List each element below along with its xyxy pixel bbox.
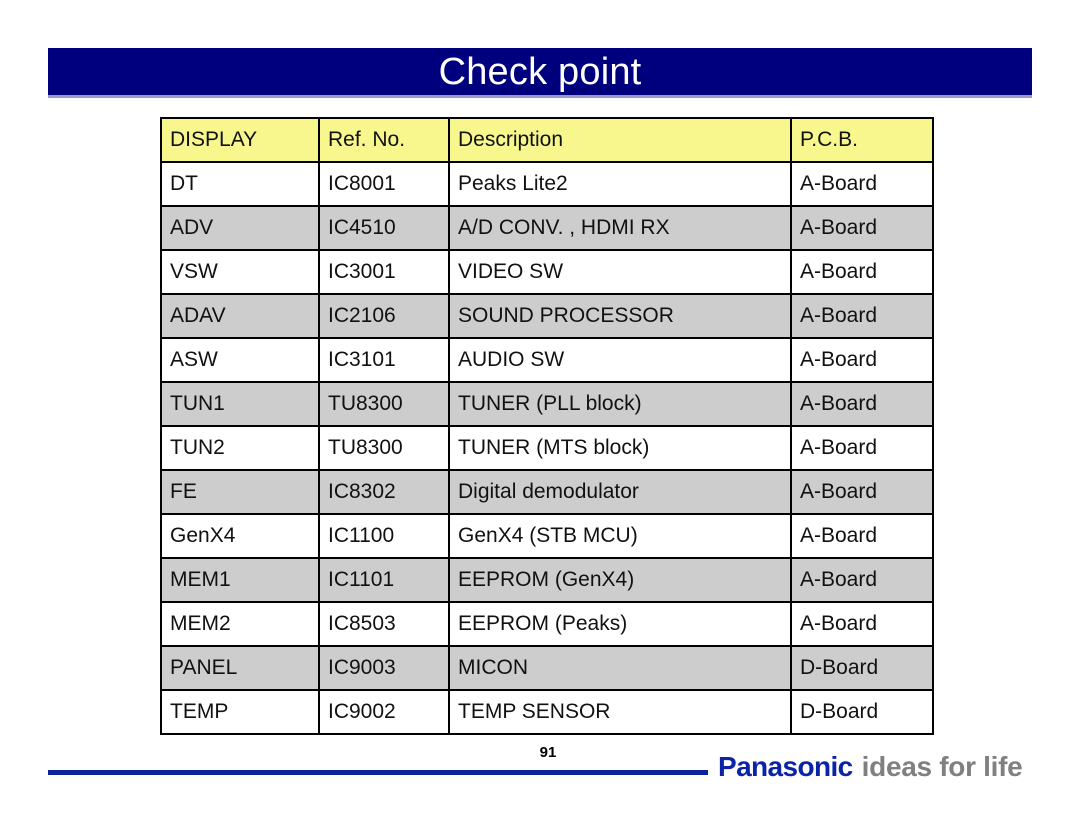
cell-pcb: A-Board [790,293,934,339]
cell-description: EEPROM (GenX4) [448,557,792,603]
parts-table: DISPLAY Ref. No. Description P.C.B. DT IC… [160,117,934,735]
cell-display: TEMP [160,689,320,735]
cell-ref-no: IC1101 [318,557,450,603]
cell-display: ADV [160,205,320,251]
cell-description: Peaks Lite2 [448,161,792,207]
table-header-row: DISPLAY Ref. No. Description P.C.B. [160,117,934,163]
table-row: PANEL IC9003 MICON D-Board [160,645,934,691]
cell-description: VIDEO SW [448,249,792,295]
cell-description: EEPROM (Peaks) [448,601,792,647]
cell-pcb: A-Board [790,381,934,427]
table-row: TEMP IC9002 TEMP SENSOR D-Board [160,689,934,735]
table-header: DISPLAY Ref. No. Description P.C.B. [160,117,934,163]
cell-display: TUN1 [160,381,320,427]
cell-description: MICON [448,645,792,691]
cell-ref-no: IC4510 [318,205,450,251]
cell-display: ASW [160,337,320,383]
cell-ref-no: IC9003 [318,645,450,691]
cell-pcb: A-Board [790,513,934,559]
cell-display: TUN2 [160,425,320,471]
cell-ref-no: IC2106 [318,293,450,339]
slide-footer: 91 Panasonic ideas for life [0,744,1080,834]
cell-pcb: A-Board [790,337,934,383]
cell-pcb: A-Board [790,469,934,515]
table-row: GenX4 IC1100 GenX4 (STB MCU) A-Board [160,513,934,559]
cell-display: MEM1 [160,557,320,603]
cell-description: A/D CONV. , HDMI RX [448,205,792,251]
parts-table-container: DISPLAY Ref. No. Description P.C.B. DT IC… [160,117,934,735]
cell-ref-no: IC9002 [318,689,450,735]
column-header-ref-no: Ref. No. [318,117,450,163]
brand-name: Panasonic [718,751,853,782]
column-header-pcb: P.C.B. [790,117,934,163]
cell-ref-no: IC8503 [318,601,450,647]
page-title: Check point [438,50,642,93]
cell-description: Digital demodulator [448,469,792,515]
table-row: MEM2 IC8503 EEPROM (Peaks) A-Board [160,601,934,647]
cell-pcb: D-Board [790,645,934,691]
table-row: FE IC8302 Digital demodulator A-Board [160,469,934,515]
cell-display: DT [160,161,320,207]
table-row: TUN2 TU8300 TUNER (MTS block) A-Board [160,425,934,471]
brand-tagline: ideas for life [861,751,1023,782]
cell-ref-no: TU8300 [318,381,450,427]
table-row: VSW IC3001 VIDEO SW A-Board [160,249,934,295]
cell-ref-no: IC3001 [318,249,450,295]
cell-pcb: D-Board [790,689,934,735]
table-row: MEM1 IC1101 EEPROM (GenX4) A-Board [160,557,934,603]
cell-description: GenX4 (STB MCU) [448,513,792,559]
cell-display: GenX4 [160,513,320,559]
cell-pcb: A-Board [790,161,934,207]
cell-description: AUDIO SW [448,337,792,383]
cell-pcb: A-Board [790,249,934,295]
page-number: 91 [539,744,557,761]
column-header-description: Description [448,117,792,163]
cell-display: VSW [160,249,320,295]
cell-display: PANEL [160,645,320,691]
cell-description: SOUND PROCESSOR [448,293,792,339]
table-row: TUN1 TU8300 TUNER (PLL block) A-Board [160,381,934,427]
cell-display: MEM2 [160,601,320,647]
cell-description: TEMP SENSOR [448,689,792,735]
panasonic-logo: Panasonic ideas for life [708,750,1029,784]
cell-ref-no: IC8001 [318,161,450,207]
cell-pcb: A-Board [790,205,934,251]
cell-ref-no: IC1100 [318,513,450,559]
column-header-display: DISPLAY [160,117,320,163]
table-row: ADAV IC2106 SOUND PROCESSOR A-Board [160,293,934,339]
cell-description: TUNER (MTS block) [448,425,792,471]
slide-title-bar: Check point [48,48,1032,98]
cell-ref-no: IC3101 [318,337,450,383]
table-body: DT IC8001 Peaks Lite2 A-Board ADV IC4510 A/D C… [160,161,934,735]
cell-pcb: A-Board [790,425,934,471]
cell-pcb: A-Board [790,601,934,647]
cell-pcb: A-Board [790,557,934,603]
cell-display: FE [160,469,320,515]
table-row: ASW IC3101 AUDIO SW A-Board [160,337,934,383]
table-row: DT IC8001 Peaks Lite2 A-Board [160,161,934,207]
cell-ref-no: IC8302 [318,469,450,515]
cell-display: ADAV [160,293,320,339]
cell-description: TUNER (PLL block) [448,381,792,427]
table-row: ADV IC4510 A/D CONV. , HDMI RX A-Board [160,205,934,251]
cell-ref-no: TU8300 [318,425,450,471]
